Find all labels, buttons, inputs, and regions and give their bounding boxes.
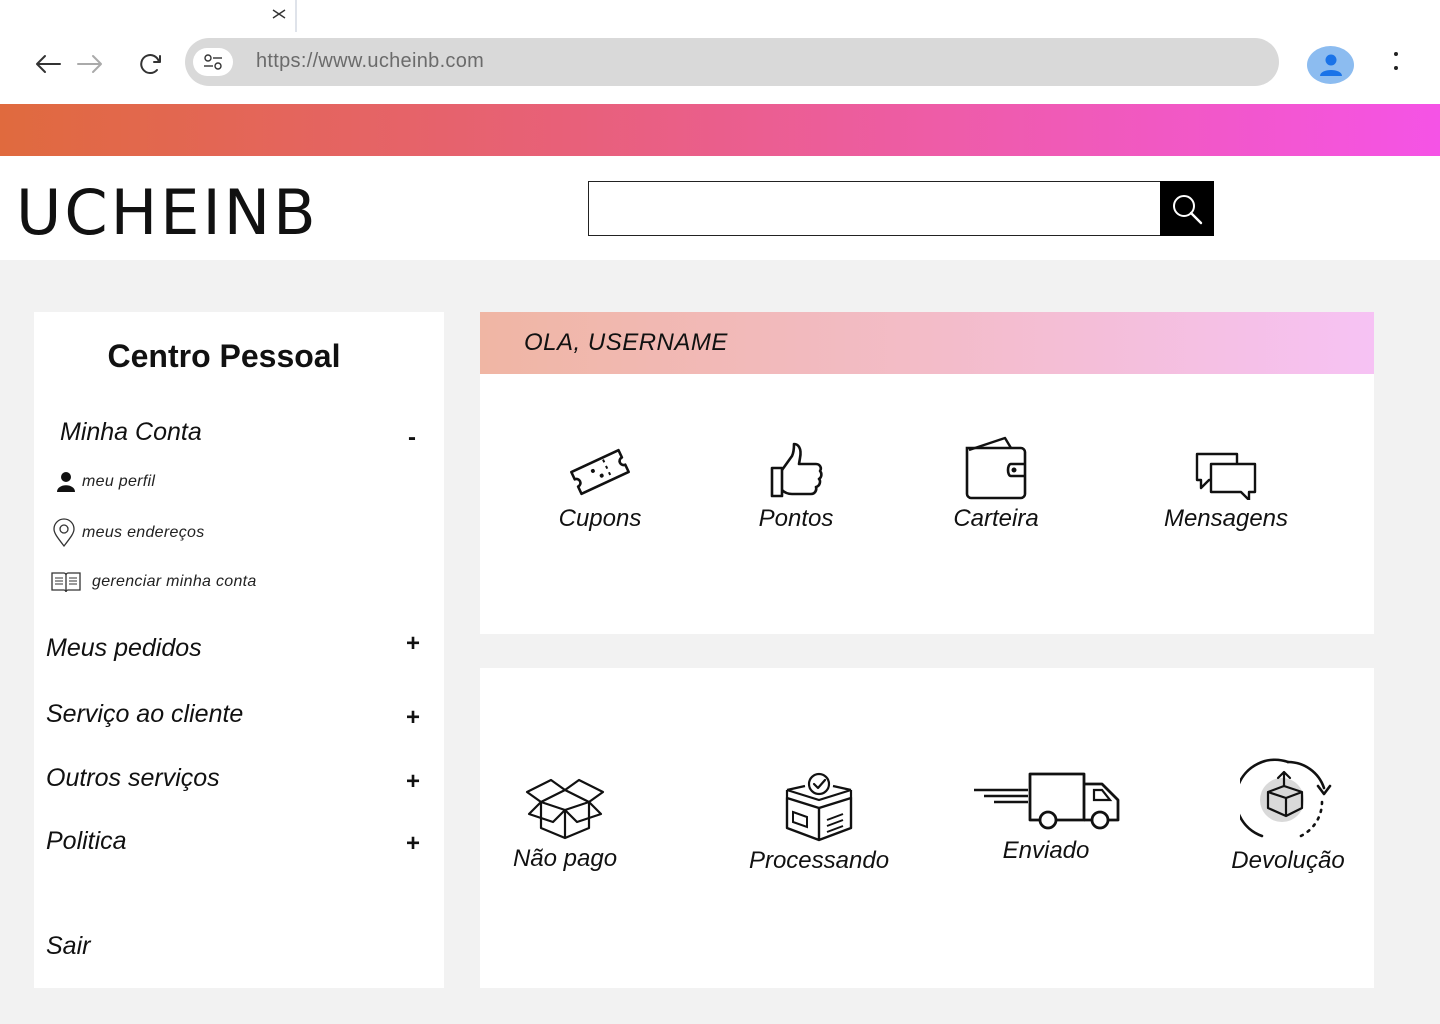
logout-link[interactable]: Sair (46, 932, 90, 961)
close-icon[interactable] (270, 6, 288, 26)
site-header: UCHEINB (0, 156, 1440, 260)
box-check-icon (785, 772, 853, 842)
tile-enviado[interactable]: Enviado (964, 770, 1128, 865)
sidebar-subitem-label: meu perfil (82, 473, 156, 490)
sidebar-subitem-label: meus endereços (82, 524, 205, 541)
open-box-icon (525, 778, 605, 840)
expand-toggle[interactable]: + (406, 768, 420, 796)
sidebar-subitem-label: gerenciar minha conta (92, 573, 257, 590)
search-input[interactable] (588, 181, 1162, 236)
forward-arrow-icon[interactable] (72, 46, 108, 82)
sidebar-item-politica[interactable]: Politica (46, 827, 127, 856)
tile-label: Cupons (558, 505, 642, 532)
orders-panel: Não pago Processando Enviado Devolução (480, 668, 1374, 988)
assets-panel: Cupons Pontos Carteira Mensagens (480, 374, 1374, 634)
tile-devolucao[interactable]: Devolução (1224, 758, 1352, 875)
sidebar-subitem-meus-enderecos[interactable]: meus endereços (52, 518, 205, 548)
profile-icon[interactable] (1307, 46, 1354, 84)
expand-toggle[interactable]: + (406, 630, 420, 658)
tile-processando[interactable]: Processando (742, 770, 896, 875)
site-logo[interactable]: UCHEINB (16, 176, 319, 249)
delivery-truck-icon (974, 772, 1120, 830)
promo-banner (0, 104, 1440, 156)
search-icon (1173, 194, 1203, 224)
sidebar-item-minha-conta[interactable]: Minha Conta (60, 418, 202, 447)
tile-label: Mensagens (1163, 505, 1289, 532)
user-icon (57, 472, 75, 492)
sidebar-title: Centro Pessoal (107, 338, 341, 374)
tab-divider (295, 0, 297, 32)
reload-icon[interactable] (133, 46, 169, 82)
sidebar-item-meus-pedidos[interactable]: Meus pedidos (46, 634, 202, 663)
sidebar-subitem-meu-perfil[interactable]: meu perfil (56, 470, 155, 494)
sidebar-subitem-gerenciar-conta[interactable]: gerenciar minha conta (50, 570, 257, 594)
tile-label: Carteira (953, 505, 1039, 532)
sidebar: Centro Pessoal Minha Conta - meu perfil … (34, 312, 444, 988)
tile-cupons[interactable]: Cupons (546, 440, 654, 533)
ticket-icon (570, 448, 630, 496)
back-arrow-icon[interactable] (30, 46, 66, 82)
book-icon (51, 572, 81, 593)
thumbs-up-icon (770, 442, 823, 498)
address-bar[interactable]: https://www.ucheinb.com (185, 38, 1279, 86)
url-text[interactable]: https://www.ucheinb.com (256, 50, 484, 73)
chat-bubbles-icon (1195, 452, 1257, 502)
browser-chrome: https://www.ucheinb.com (0, 0, 1440, 104)
wallet-icon (965, 436, 1027, 500)
tile-mensagens[interactable]: Mensagens (1156, 450, 1296, 533)
sidebar-item-servico-cliente[interactable]: Serviço ao cliente (46, 700, 243, 729)
tile-label: Pontos (758, 505, 834, 532)
return-box-icon (1234, 758, 1332, 840)
sidebar-item-outros-servicos[interactable]: Outros serviços (46, 764, 220, 793)
search-button[interactable] (1160, 181, 1214, 236)
greeting-text: OLA, USERNAME (524, 329, 728, 356)
expand-toggle[interactable]: + (406, 830, 420, 858)
tile-label: Devolução (1231, 847, 1345, 874)
tile-label: Não pago (512, 845, 618, 872)
tile-carteira[interactable]: Carteira (946, 434, 1046, 533)
tile-label: Processando (748, 847, 890, 874)
tile-label: Enviado (1002, 837, 1090, 864)
collapse-toggle[interactable]: - (408, 424, 416, 452)
site-settings-icon[interactable] (193, 48, 233, 76)
more-vert-icon[interactable] (1385, 48, 1407, 74)
tile-nao-pago[interactable]: Não pago (508, 776, 622, 873)
location-pin-icon (53, 518, 75, 548)
tile-pontos[interactable]: Pontos (746, 440, 846, 533)
greeting-bar: OLA, USERNAME (480, 312, 1374, 374)
expand-toggle[interactable]: + (406, 704, 420, 732)
